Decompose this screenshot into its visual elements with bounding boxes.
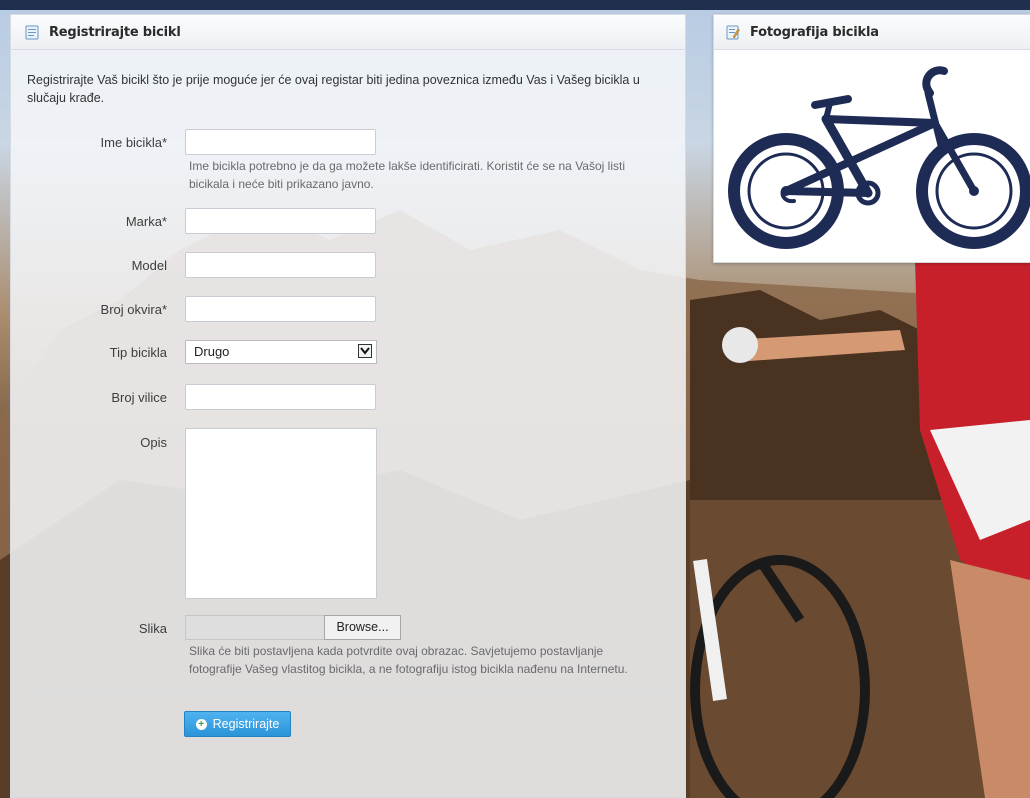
bicycle-illustration [728,66,1030,249]
bike-photo-panel: Fotografija bicikla [713,14,1030,263]
image-help-line2: fotografije Vašeg vlastitog bicikla, a n… [189,662,628,676]
bike-name-label: Ime bicikla* [100,135,167,150]
bike-type-value: Drugo [194,344,230,359]
bike-name-input[interactable] [185,129,376,155]
browse-button[interactable]: Browse... [324,615,401,640]
image-label: Slika [138,621,167,636]
intro-text: Registrirajte Vaš bicikl što je prije mo… [27,73,640,105]
plus-circle-icon: + [195,718,207,730]
model-label: Model [131,258,167,273]
edit-document-icon [726,25,740,40]
bike-type-label: Tip bicikla [109,345,167,360]
image-help-line1: Slika će biti postavljena kada potvrdite… [189,644,604,658]
register-button[interactable]: + Registrirajte [184,711,291,737]
brand-label: Marka* [125,214,167,229]
photo-panel-header: Fotografija bicikla [714,15,1030,50]
bike-name-help-line2: bicikala i neće biti prikazano javno. [189,177,374,191]
fork-number-input[interactable] [185,384,376,410]
file-path-field[interactable] [185,615,325,640]
top-bar [0,0,1030,10]
image-help: Slika će biti postavljena kada potvrdite… [189,642,669,678]
brand-input[interactable] [185,208,376,234]
register-panel-title: Registrirajte bicikl [49,24,181,40]
frame-number-input[interactable] [185,296,376,322]
description-label: Opis [140,435,167,450]
bike-type-select[interactable]: Drugo [185,340,377,364]
register-panel-header: Registrirajte bicikl [11,15,685,50]
photo-panel-title: Fotografija bicikla [750,24,879,40]
frame-number-label: Broj okvira* [100,302,167,317]
form-divider [27,693,669,694]
chevron-down-icon[interactable] [358,344,372,358]
model-input[interactable] [185,252,376,278]
fork-number-label: Broj vilice [111,390,167,405]
bike-name-help: Ime bicikla potrebno je da ga možete lak… [189,157,669,193]
bike-name-help-line1: Ime bicikla potrebno je da ga možete lak… [189,159,625,173]
description-textarea[interactable] [185,428,377,599]
register-button-label: Registrirajte [212,717,280,731]
register-bike-panel: Registrirajte bicikl Registrirajte Vaš b… [10,14,686,798]
document-icon [25,25,39,40]
